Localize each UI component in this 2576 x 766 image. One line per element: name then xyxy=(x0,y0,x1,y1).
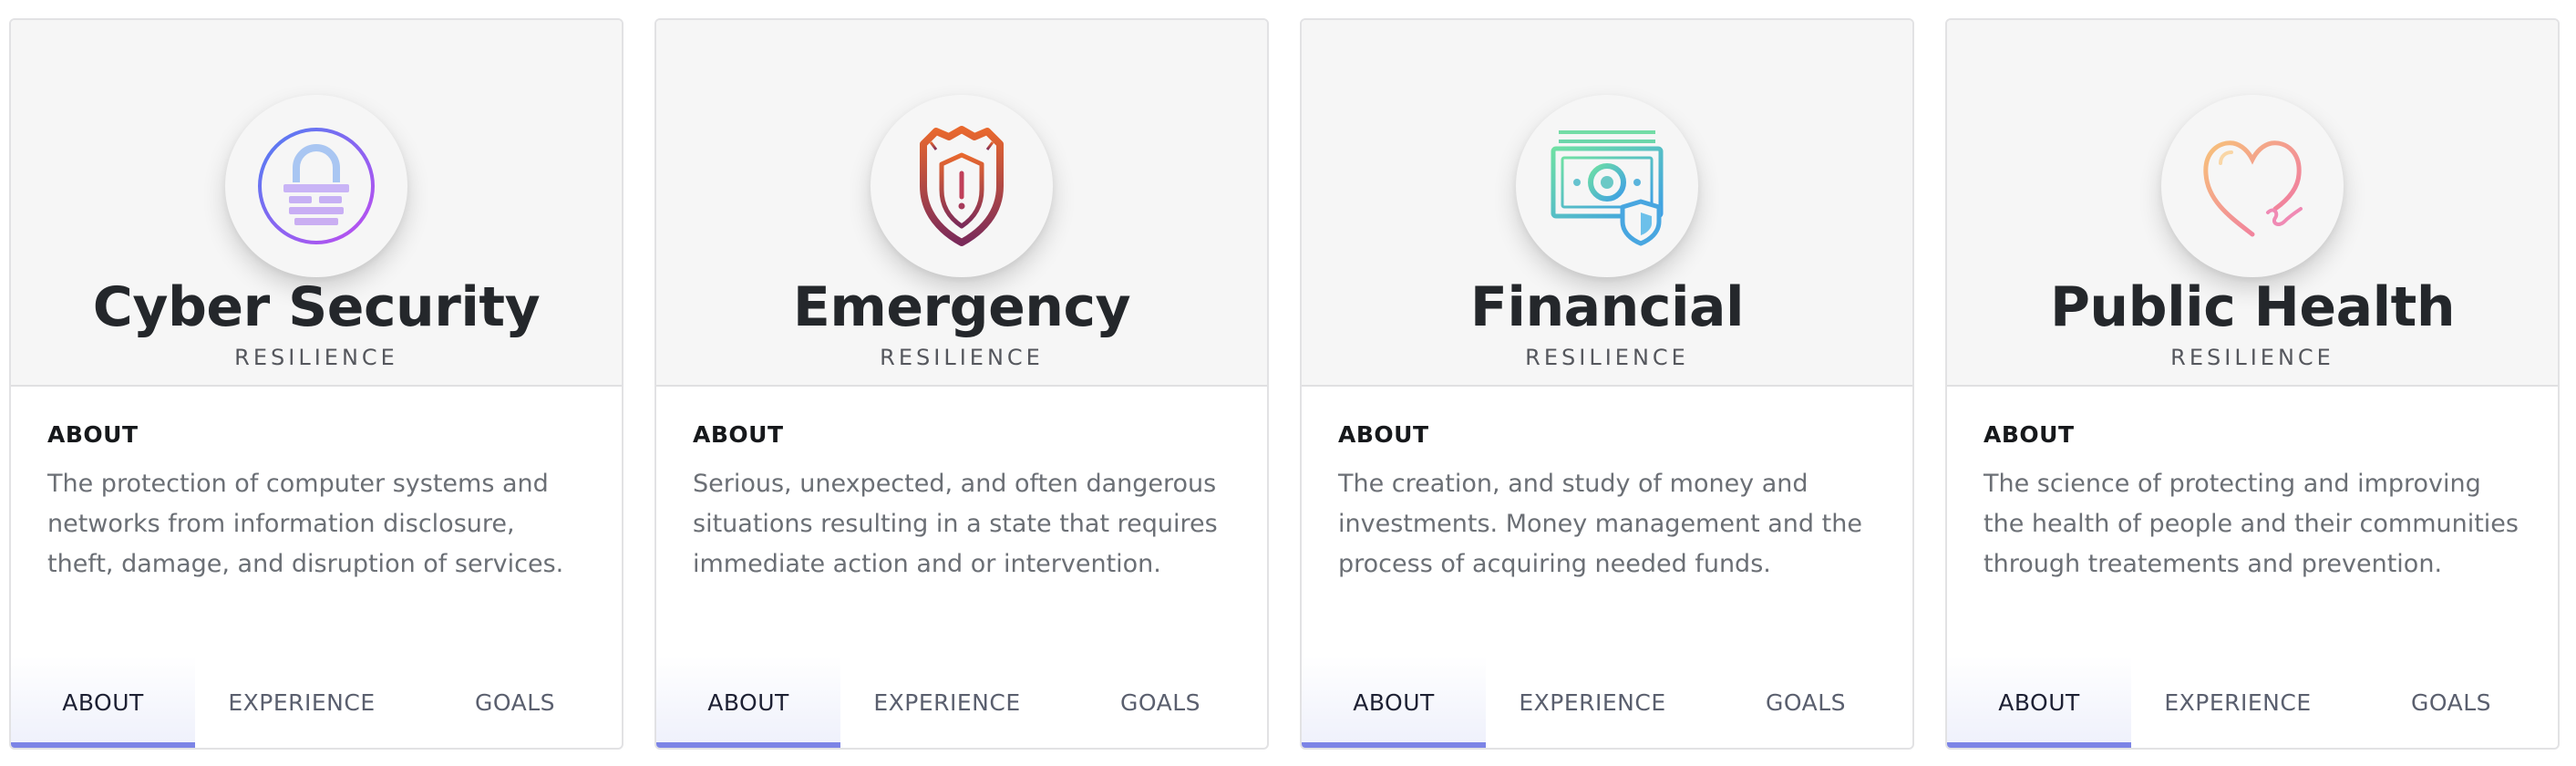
card-header: Financial RESILIENCE xyxy=(1302,20,1912,387)
tab-about[interactable]: ABOUT xyxy=(1947,657,2131,748)
card-subtitle: RESILIENCE xyxy=(880,345,1044,370)
tab-goals[interactable]: GOALS xyxy=(1054,657,1267,748)
card-public-health: Public Health RESILIENCE ABOUT The scien… xyxy=(1945,18,2560,750)
tab-about[interactable]: ABOUT xyxy=(11,657,195,748)
card-icon-badge xyxy=(2161,95,2344,277)
resilience-card-row: Cyber Security RESILIENCE ABOUT The prot… xyxy=(0,0,2576,766)
tab-experience[interactable]: EXPERIENCE xyxy=(195,657,408,748)
tab-experience[interactable]: EXPERIENCE xyxy=(1486,657,1699,748)
card-description: The creation, and study of money and inv… xyxy=(1338,470,1862,578)
card-title: Cyber Security xyxy=(92,275,541,339)
card-header: Cyber Security RESILIENCE xyxy=(11,20,622,387)
card-body: ABOUT Serious, unexpected, and often dan… xyxy=(656,387,1267,585)
card-header: Emergency RESILIENCE xyxy=(656,20,1267,387)
card-title: Public Health xyxy=(2049,275,2456,339)
tab-goals[interactable]: GOALS xyxy=(2344,657,2558,748)
card-icon-badge xyxy=(1516,95,1698,277)
card-subtitle: RESILIENCE xyxy=(1525,345,1689,370)
card-title: Emergency xyxy=(792,275,1131,339)
card-tabs: ABOUT EXPERIENCE GOALS xyxy=(1947,657,2558,748)
card-description: Serious, unexpected, and often dangerous… xyxy=(693,470,1218,578)
card-header: Public Health RESILIENCE xyxy=(1947,20,2558,387)
card-title: Financial xyxy=(1469,275,1745,339)
card-description: The protection of computer systems and n… xyxy=(47,470,564,578)
card-subtitle: RESILIENCE xyxy=(2170,345,2334,370)
about-heading: ABOUT xyxy=(47,421,139,448)
card-financial: Financial RESILIENCE ABOUT The creation,… xyxy=(1300,18,1914,750)
card-description: The science of protecting and improving … xyxy=(1984,470,2519,578)
card-body: ABOUT The protection of computer systems… xyxy=(11,387,622,585)
heart-icon xyxy=(2203,140,2303,237)
about-heading: ABOUT xyxy=(1984,421,2075,448)
money-shield-icon xyxy=(1551,130,1664,246)
about-heading: ABOUT xyxy=(693,421,784,448)
card-tabs: ABOUT EXPERIENCE GOALS xyxy=(1302,657,1912,748)
tab-goals[interactable]: GOALS xyxy=(1699,657,1912,748)
card-tabs: ABOUT EXPERIENCE GOALS xyxy=(11,657,622,748)
card-body: ABOUT The science of protecting and impr… xyxy=(1947,387,2558,585)
tab-experience[interactable]: EXPERIENCE xyxy=(2131,657,2344,748)
card-tabs: ABOUT EXPERIENCE GOALS xyxy=(656,657,1267,748)
tab-goals[interactable]: GOALS xyxy=(408,657,622,748)
card-subtitle: RESILIENCE xyxy=(234,345,398,370)
padlock-icon xyxy=(258,128,375,244)
card-cyber-security: Cyber Security RESILIENCE ABOUT The prot… xyxy=(9,18,623,750)
tab-experience[interactable]: EXPERIENCE xyxy=(840,657,1054,748)
card-body: ABOUT The creation, and study of money a… xyxy=(1302,387,1912,585)
tab-about[interactable]: ABOUT xyxy=(656,657,840,748)
card-emergency: Emergency RESILIENCE ABOUT Serious, unex… xyxy=(654,18,1269,750)
card-icon-badge xyxy=(871,95,1053,277)
about-heading: ABOUT xyxy=(1338,421,1429,448)
tab-about[interactable]: ABOUT xyxy=(1302,657,1486,748)
card-icon-badge xyxy=(225,95,407,277)
shield-alert-icon xyxy=(920,126,1004,246)
